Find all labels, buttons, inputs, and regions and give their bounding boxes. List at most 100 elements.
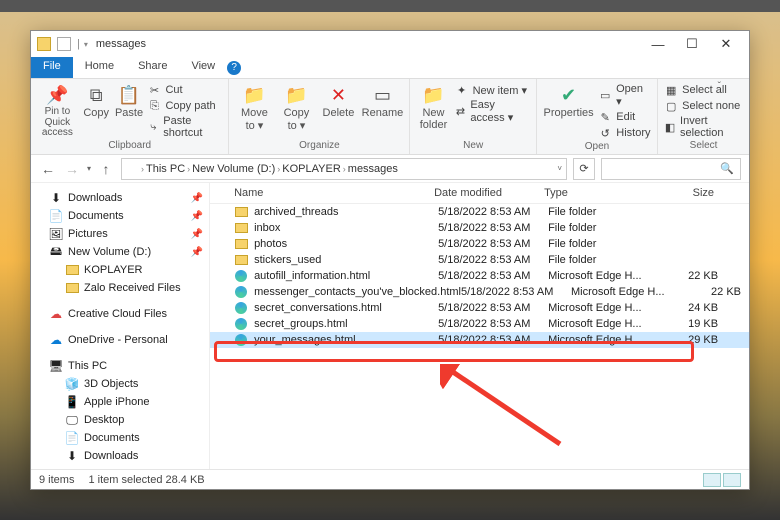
move-to-button[interactable]: 📁Move to ▾ bbox=[235, 81, 273, 132]
new-item-button[interactable]: ✦New item ▾ bbox=[455, 83, 530, 97]
file-type: Microsoft Edge H... bbox=[548, 318, 658, 330]
file-name: messenger_contacts_you've_blocked.html bbox=[254, 286, 461, 298]
copy-to-button[interactable]: 📁Copy to ▾ bbox=[277, 81, 315, 132]
paste-shortcut-button[interactable]: ⤷Paste shortcut bbox=[147, 115, 222, 139]
tree-item[interactable]: 🖼Pictures📌 bbox=[31, 225, 209, 243]
search-input[interactable]: 🔍 bbox=[601, 158, 741, 180]
invert-selection-button[interactable]: ◧Invert selection bbox=[664, 115, 743, 139]
refresh-button[interactable]: ⟳ bbox=[573, 158, 595, 180]
tree-item-label: OneDrive - Personal bbox=[68, 334, 168, 346]
open-button[interactable]: ▭Open ▾ bbox=[598, 83, 651, 108]
breadcrumb-messages[interactable]: messages bbox=[348, 163, 398, 175]
tree-item-label: KOPLAYER bbox=[84, 264, 143, 276]
col-date[interactable]: Date modified bbox=[434, 187, 544, 199]
collapse-ribbon-icon[interactable]: ˇ bbox=[718, 81, 721, 92]
tab-view[interactable]: View bbox=[179, 57, 227, 78]
tree-item[interactable]: ☁OneDrive - Personal bbox=[31, 331, 209, 349]
easy-access-button[interactable]: ⇄Easy access ▾ bbox=[455, 99, 530, 124]
doc-icon: 📄 bbox=[65, 431, 79, 445]
file-row[interactable]: messenger_contacts_you've_blocked.html5/… bbox=[210, 284, 749, 300]
copy-to-icon: 📁 bbox=[284, 83, 308, 107]
address-dropdown-icon[interactable]: ˅ bbox=[557, 164, 562, 173]
tab-file[interactable]: File bbox=[31, 57, 73, 78]
nav-back-button[interactable]: ← bbox=[39, 161, 57, 177]
help-icon[interactable]: ? bbox=[227, 61, 241, 75]
copy-path-button[interactable]: ⎘Copy path bbox=[147, 99, 222, 113]
group-select: ▦Select all ▢Select none ◧Invert selecti… bbox=[658, 79, 749, 154]
tree-item[interactable]: 📱Apple iPhone bbox=[31, 393, 209, 411]
copy-button[interactable]: ⧉Copy bbox=[82, 81, 111, 119]
breadcrumb-drive[interactable]: New Volume (D:) bbox=[192, 163, 275, 175]
tree-item-label: New Volume (D:) bbox=[68, 246, 151, 258]
file-row[interactable]: inbox5/18/2022 8:53 AMFile folder bbox=[210, 220, 749, 236]
select-none-button[interactable]: ▢Select none bbox=[664, 99, 743, 113]
breadcrumb-koplayer[interactable]: KOPLAYER bbox=[282, 163, 341, 175]
clipboard-group-label: Clipboard bbox=[37, 139, 222, 152]
file-row[interactable]: your_messages.html5/18/2022 8:53 AMMicro… bbox=[210, 332, 749, 348]
tab-share[interactable]: Share bbox=[126, 57, 179, 78]
file-row[interactable]: photos5/18/2022 8:53 AMFile folder bbox=[210, 236, 749, 252]
ribbon-tabs: File Home Share View ? ˇ bbox=[31, 57, 749, 79]
pc-icon: 🖥 bbox=[49, 359, 63, 373]
tree-item[interactable]: 🖴New Volume (D:)📌 bbox=[31, 243, 209, 261]
navigation-tree[interactable]: ⬇Downloads📌📄Documents📌🖼Pictures📌 🖴 New Vol… bbox=[31, 183, 210, 469]
col-size[interactable]: Size bbox=[654, 187, 714, 199]
pin-to-quick-access-button[interactable]: 📌Pin to Quick access bbox=[37, 81, 78, 139]
nav-forward-button[interactable]: → bbox=[63, 161, 81, 177]
column-headers[interactable]: Name Date modified Type Size bbox=[210, 183, 749, 204]
tab-home[interactable]: Home bbox=[73, 57, 126, 78]
organize-group-label: Organize bbox=[235, 139, 403, 152]
open-icon: ▭ bbox=[598, 89, 612, 103]
view-large-icons-button[interactable] bbox=[723, 473, 741, 487]
file-row[interactable]: autofill_information.html5/18/2022 8:53 … bbox=[210, 268, 749, 284]
nav-up-button[interactable]: ↑ bbox=[97, 161, 115, 177]
qat-dropdown-icon[interactable]: ▾ bbox=[84, 40, 88, 49]
tree-item-label: Pictures bbox=[68, 228, 108, 240]
col-type[interactable]: Type bbox=[544, 187, 654, 199]
maximize-button[interactable]: ☐ bbox=[675, 33, 709, 55]
tree-item[interactable]: 🖥This PC bbox=[31, 357, 209, 375]
tree-item[interactable]: 📄Documents📌 bbox=[31, 207, 209, 225]
nav-history-dropdown[interactable]: ▾ bbox=[87, 164, 91, 173]
desktop-icon: 🖵 bbox=[65, 413, 79, 427]
rename-button[interactable]: ▭Rename bbox=[361, 81, 403, 119]
new-folder-button[interactable]: 📁New folder bbox=[416, 81, 450, 131]
properties-button[interactable]: ✔Properties bbox=[543, 81, 594, 119]
tree-item[interactable]: Zalo Received Files bbox=[31, 279, 209, 297]
title-bar[interactable]: | ▾ messages — ☐ ✕ bbox=[31, 31, 749, 57]
tree-item[interactable]: ☁Creative Cloud Files bbox=[31, 305, 209, 323]
tree-item[interactable]: ⬇Downloads📌 bbox=[31, 189, 209, 207]
cut-button[interactable]: ✂Cut bbox=[147, 83, 222, 97]
history-button[interactable]: ↺History bbox=[598, 126, 651, 140]
tree-item[interactable]: 🧊3D Objects bbox=[31, 375, 209, 393]
tree-item[interactable]: ⬇ Downloads bbox=[31, 447, 209, 465]
delete-button[interactable]: ✕Delete bbox=[319, 81, 357, 119]
file-list[interactable]: archived_threads5/18/2022 8:53 AMFile fo… bbox=[210, 204, 749, 469]
download-icon: ⬇ bbox=[65, 449, 79, 463]
file-row[interactable]: archived_threads5/18/2022 8:53 AMFile fo… bbox=[210, 204, 749, 220]
address-bar[interactable]: › This PC› New Volume (D:)› KOPLAYER› me… bbox=[121, 158, 567, 180]
tree-item[interactable]: ♪Music bbox=[31, 465, 209, 469]
pin-icon: 📌 bbox=[45, 83, 69, 107]
breadcrumb-this-pc[interactable]: This PC bbox=[146, 163, 185, 175]
tree-item-label: Downloads bbox=[84, 450, 138, 462]
edit-button[interactable]: ✎Edit bbox=[598, 110, 651, 124]
file-list-pane: Name Date modified Type Size archived_th… bbox=[210, 183, 749, 469]
select-none-icon: ▢ bbox=[664, 99, 678, 113]
paste-button[interactable]: 📋Paste bbox=[115, 81, 144, 119]
file-row[interactable]: secret_groups.html5/18/2022 8:53 AMMicro… bbox=[210, 316, 749, 332]
minimize-button[interactable]: — bbox=[641, 33, 675, 55]
file-type: Microsoft Edge H... bbox=[548, 334, 658, 346]
select-all-button[interactable]: ▦Select all bbox=[664, 83, 743, 97]
close-button[interactable]: ✕ bbox=[709, 33, 743, 55]
file-row[interactable]: secret_conversations.html5/18/2022 8:53 … bbox=[210, 300, 749, 316]
folder-icon bbox=[234, 221, 248, 235]
view-details-button[interactable] bbox=[703, 473, 721, 487]
tree-item[interactable]: KOPLAYER bbox=[31, 261, 209, 279]
file-row[interactable]: stickers_used5/18/2022 8:53 AMFile folde… bbox=[210, 252, 749, 268]
col-name[interactable]: Name bbox=[234, 187, 434, 199]
drive-icon: 🖴 bbox=[49, 245, 63, 259]
tree-item[interactable]: 🖵Desktop bbox=[31, 411, 209, 429]
edge-icon bbox=[234, 269, 248, 283]
tree-item[interactable]: 📄Documents bbox=[31, 429, 209, 447]
